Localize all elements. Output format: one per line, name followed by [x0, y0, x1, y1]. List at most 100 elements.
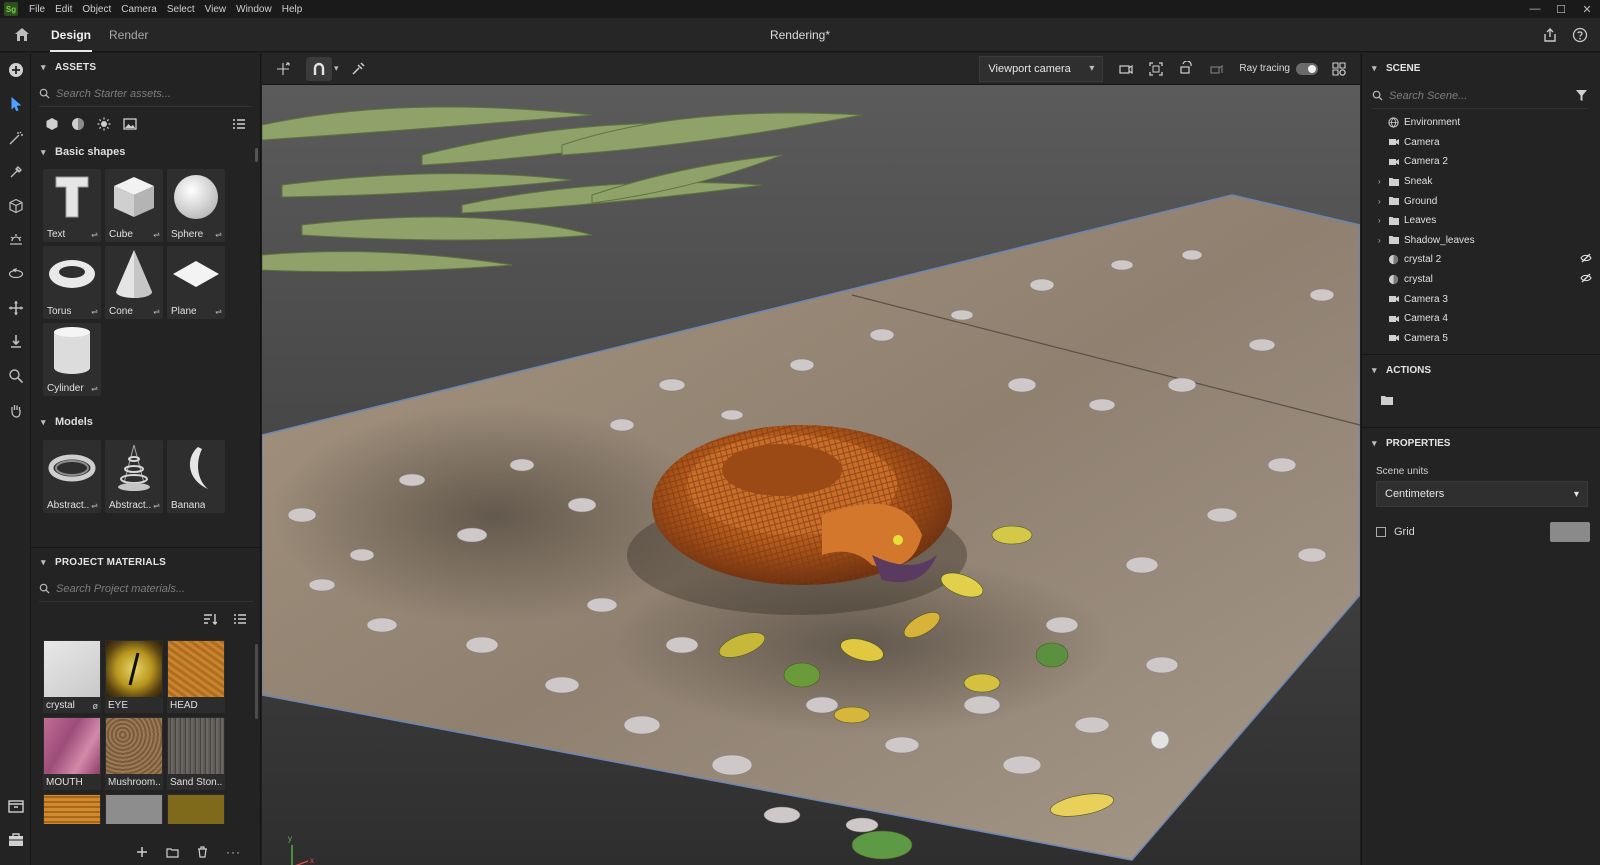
folder-icon[interactable] — [166, 847, 179, 858]
grid-checkbox[interactable] — [1376, 527, 1386, 538]
frame-selection-button[interactable] — [1143, 57, 1169, 81]
select-tool[interactable] — [0, 87, 31, 121]
properties-header[interactable]: ▾ PROPERTIES — [1362, 428, 1600, 458]
list-view-icon[interactable] — [233, 613, 247, 625]
light-tool[interactable] — [0, 223, 31, 257]
scene-search[interactable]: Search Scene... — [1372, 83, 1588, 109]
options-icon[interactable]: ⇌ — [91, 501, 98, 510]
add-tool[interactable] — [0, 53, 31, 87]
render-settings-button[interactable] — [1326, 57, 1352, 81]
scene-item-ground[interactable]: › Ground — [1362, 191, 1600, 211]
images-filter-icon[interactable] — [123, 117, 137, 131]
menu-view[interactable]: View — [200, 4, 232, 15]
models-filter-icon[interactable] — [45, 117, 59, 131]
options-icon[interactable]: ⇌ — [215, 230, 222, 239]
scene-item-camera-5[interactable]: Camera 5 — [1362, 329, 1600, 349]
models-header[interactable]: ▾ Models — [31, 404, 260, 440]
chevron-right-icon[interactable]: › — [1378, 177, 1388, 186]
asset-tile-text[interactable]: Text ⇌ — [43, 169, 101, 242]
assets-scrollbar[interactable] — [255, 148, 258, 162]
scene-item-shadow-leaves[interactable]: › Shadow_leaves — [1362, 231, 1600, 251]
toolkit-panel-button[interactable] — [0, 823, 31, 857]
asset-tile-abstract-1[interactable]: Abstract... ⇌ — [43, 440, 101, 513]
menu-camera[interactable]: Camera — [116, 4, 162, 15]
undo-camera-button[interactable] — [1173, 57, 1199, 81]
snap-button[interactable] — [306, 56, 332, 81]
tab-design[interactable]: Design — [42, 18, 100, 52]
pan-tool[interactable] — [0, 393, 31, 427]
options-icon[interactable]: ⇌ — [153, 501, 160, 510]
orbit-tool[interactable] — [0, 257, 31, 291]
sort-icon[interactable] — [203, 613, 217, 625]
more-options-icon[interactable]: ··· — [226, 845, 241, 859]
list-view-icon[interactable] — [232, 118, 246, 130]
scene-render[interactable]: y x — [262, 85, 1360, 865]
trash-icon[interactable] — [197, 846, 208, 858]
options-icon[interactable]: ⇌ — [153, 230, 160, 239]
add-icon[interactable] — [136, 846, 148, 858]
material-tile[interactable]: Mushroom... — [105, 717, 163, 790]
scene-header[interactable]: ▾ SCENE — [1362, 53, 1600, 83]
maximize-button[interactable]: ☐ — [1548, 3, 1574, 16]
options-icon[interactable]: ⇌ — [91, 307, 98, 316]
zoom-tool[interactable] — [0, 359, 31, 393]
basic-shapes-header[interactable]: ▾ Basic shapes — [31, 141, 260, 163]
chevron-right-icon[interactable]: › — [1378, 236, 1388, 245]
scene-item-sneak[interactable]: › Sneak — [1362, 172, 1600, 192]
scene-item-camera-3[interactable]: Camera 3 — [1362, 289, 1600, 309]
scene-item-environment[interactable]: Environment — [1362, 113, 1600, 133]
options-icon[interactable]: ⇌ — [91, 230, 98, 239]
material-tile[interactable]: Sand Ston... — [167, 717, 225, 790]
render-preview-button[interactable] — [345, 57, 371, 81]
scene-item-camera-4[interactable]: Camera 4 — [1362, 309, 1600, 329]
share-icon[interactable] — [1542, 27, 1558, 43]
object-tool[interactable] — [0, 189, 31, 223]
chevron-right-icon[interactable]: › — [1378, 197, 1388, 206]
material-tile[interactable]: HEAD — [167, 640, 225, 713]
viewport[interactable]: ▾ Viewport camera ▾ Ray tracing y x — [262, 53, 1360, 865]
ray-tracing-toggle[interactable] — [1296, 62, 1318, 75]
options-icon[interactable]: ⇌ — [91, 384, 98, 393]
menu-edit[interactable]: Edit — [50, 4, 77, 15]
minimize-button[interactable]: — — [1522, 3, 1548, 16]
filter-icon[interactable] — [1575, 89, 1588, 102]
material-tile[interactable]: EYE — [105, 640, 163, 713]
asset-tile-plane[interactable]: Plane ⇌ — [167, 246, 225, 319]
redo-camera-button[interactable] — [1203, 57, 1229, 81]
menu-object[interactable]: Object — [77, 4, 116, 15]
menu-window[interactable]: Window — [231, 4, 277, 15]
material-tile[interactable]: crystal ø — [43, 640, 101, 713]
asset-tile-cone[interactable]: Cone ⇌ — [105, 246, 163, 319]
chevron-down-icon[interactable]: ▾ — [334, 63, 339, 74]
library-panel-button[interactable] — [0, 789, 31, 823]
scene-units-select[interactable]: Centimeters ▾ — [1376, 481, 1588, 508]
camera-select[interactable]: Viewport camera ▾ — [979, 55, 1104, 82]
scene-item-crystal-2[interactable]: crystal 2 — [1362, 250, 1600, 270]
material-tile[interactable] — [167, 794, 225, 824]
asset-tile-banana[interactable]: Banana — [167, 440, 225, 513]
asset-tile-sphere[interactable]: Sphere ⇌ — [167, 169, 225, 242]
actions-header[interactable]: ▾ ACTIONS — [1362, 355, 1600, 385]
chevron-right-icon[interactable]: › — [1378, 216, 1388, 225]
material-tile[interactable] — [105, 794, 163, 824]
menu-select[interactable]: Select — [162, 4, 200, 15]
scene-item-camera-2[interactable]: Camera 2 — [1362, 152, 1600, 172]
project-materials-search[interactable]: Search Project materials... — [39, 576, 253, 602]
group-folder-icon[interactable] — [1380, 394, 1394, 406]
project-materials-header[interactable]: ▾ PROJECT MATERIALS — [31, 548, 260, 576]
scene-item-leaves[interactable]: › Leaves — [1362, 211, 1600, 231]
assets-header[interactable]: ▾ ASSETS — [31, 53, 260, 81]
add-camera-button[interactable] — [270, 57, 296, 81]
eye-hidden-icon[interactable] — [1580, 253, 1592, 266]
material-tile[interactable]: MOUTH — [43, 717, 101, 790]
sample-tool[interactable] — [0, 155, 31, 189]
magic-select-tool[interactable] — [0, 121, 31, 155]
help-icon[interactable] — [1572, 27, 1588, 43]
asset-tile-torus[interactable]: Torus ⇌ — [43, 246, 101, 319]
camera-bookmark-button[interactable] — [1113, 57, 1139, 81]
scene-item-camera[interactable]: Camera — [1362, 133, 1600, 153]
drop-tool[interactable] — [0, 325, 31, 359]
grid-color-swatch[interactable] — [1550, 522, 1590, 543]
asset-tile-abstract-2[interactable]: Abstract... ⇌ — [105, 440, 163, 513]
asset-tile-cube[interactable]: Cube ⇌ — [105, 169, 163, 242]
